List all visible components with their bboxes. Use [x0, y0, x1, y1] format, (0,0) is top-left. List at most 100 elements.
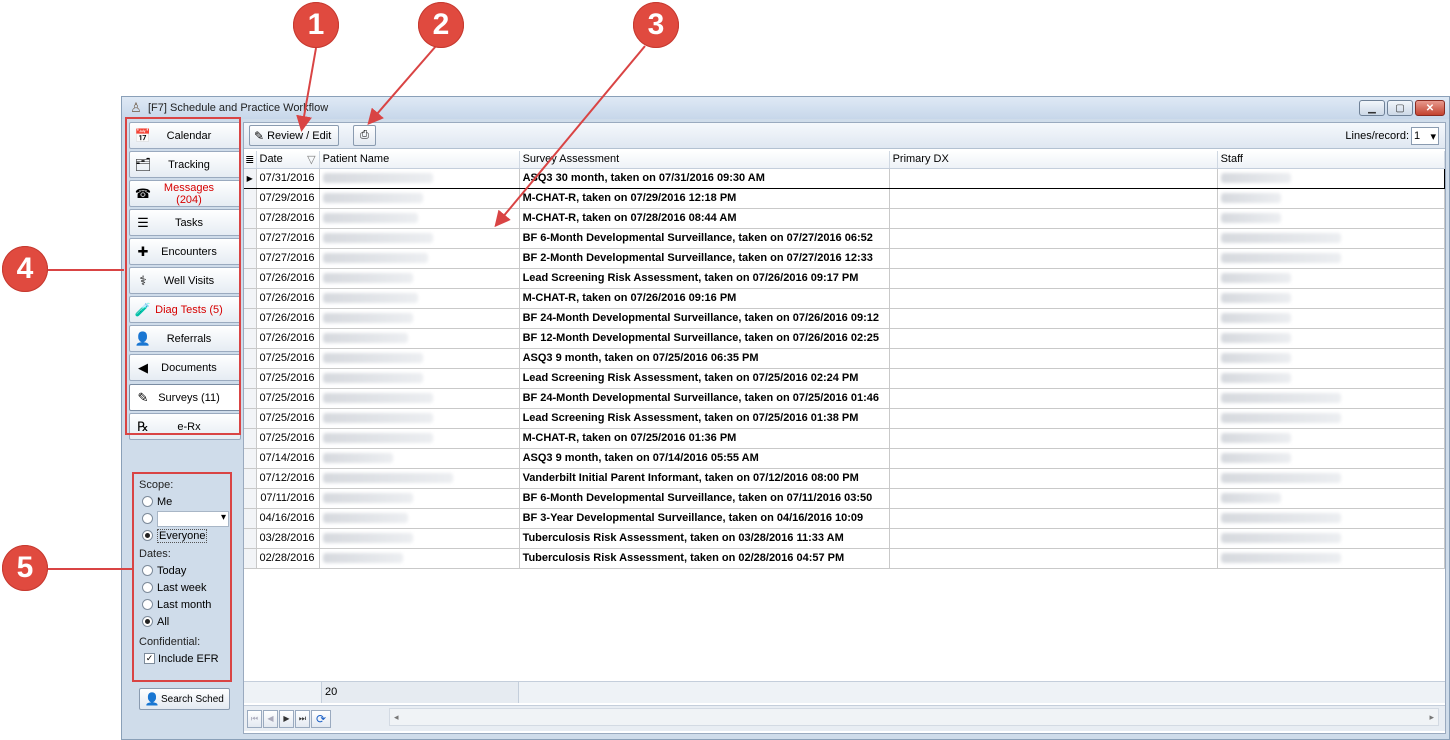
cell-staff: [1217, 428, 1445, 449]
row-indicator: [244, 348, 257, 369]
table-row[interactable]: 07/25/2016 M-CHAT-R, taken on 07/25/2016 …: [244, 428, 1445, 449]
lines-select[interactable]: 1 ▾: [1411, 127, 1439, 145]
scope-me-radio[interactable]: Me: [136, 493, 231, 510]
table-row[interactable]: 07/26/2016 M-CHAT-R, taken on 07/26/2016 …: [244, 288, 1445, 309]
dates-all-label: All: [157, 615, 170, 628]
refresh-button[interactable]: ⟳: [311, 709, 331, 728]
nav-test-tubes-button[interactable]: 🧪 Diag Tests (5): [129, 296, 241, 323]
table-row[interactable]: 07/11/2016 BF 6-Month Developmental Surve…: [244, 488, 1445, 509]
grid-header: ≣ Date ▽ Patient Name Survey Assessment P…: [244, 151, 1445, 169]
nav-rx-button[interactable]: ℞ e-Rx: [129, 413, 241, 440]
cell-date: 07/29/2016: [256, 188, 320, 209]
lines-per-record: Lines/record: 1 ▾: [1345, 127, 1439, 145]
cell-date: 07/12/2016: [256, 468, 320, 489]
redacted-name: [322, 473, 453, 484]
redacted-staff: [1220, 173, 1291, 184]
next-record-button[interactable]: ▶: [279, 709, 294, 728]
cell-staff: [1217, 188, 1445, 209]
cell-patient-name: [319, 208, 520, 229]
table-row[interactable]: ▶ 07/31/2016 ASQ3 30 month, taken on 07/31…: [244, 167, 1445, 189]
table-row[interactable]: 07/28/2016 M-CHAT-R, taken on 07/28/2016 …: [244, 208, 1445, 229]
title-bar: ♙ [F7] Schedule and Practice Workflow ▁ …: [122, 97, 1449, 119]
cell-primary-dx: [889, 308, 1218, 329]
cell-primary-dx: [889, 248, 1218, 269]
table-row[interactable]: 02/28/2016 Tuberculosis Risk Assessment, …: [244, 548, 1445, 569]
nav-referral-button[interactable]: 👤 Referrals: [129, 325, 241, 352]
include-efr-label: Include EFR: [158, 652, 219, 665]
table-row[interactable]: 07/27/2016 BF 2-Month Developmental Surve…: [244, 248, 1445, 269]
table-row[interactable]: 07/25/2016 Lead Screening Risk Assessment…: [244, 408, 1445, 429]
dates-all-radio[interactable]: All: [136, 613, 231, 630]
cell-staff: [1217, 368, 1445, 389]
row-indicator-header[interactable]: ≣: [244, 151, 257, 169]
close-button[interactable]: ✕: [1415, 100, 1445, 116]
table-row[interactable]: 07/12/2016 Vanderbilt Initial Parent Info…: [244, 468, 1445, 489]
column-date[interactable]: Date ▽: [256, 151, 320, 169]
cell-survey: BF 24-Month Developmental Surveillance, …: [519, 388, 890, 409]
dates-last-week-label: Last week: [157, 581, 207, 594]
last-record-button[interactable]: ⏭: [295, 709, 310, 728]
table-row[interactable]: 07/26/2016 BF 24-Month Developmental Surv…: [244, 308, 1445, 329]
dates-today-radio[interactable]: Today: [136, 562, 231, 579]
cell-survey: ASQ3 30 month, taken on 07/31/2016 09:30…: [519, 167, 890, 189]
table-row[interactable]: 07/25/2016 ASQ3 9 month, taken on 07/25/2…: [244, 348, 1445, 369]
column-staff[interactable]: Staff: [1217, 151, 1445, 169]
nav-survey-button[interactable]: ✎ Surveys (11): [129, 384, 241, 411]
table-row[interactable]: 07/25/2016 Lead Screening Risk Assessment…: [244, 368, 1445, 389]
search-sched-button[interactable]: 👤 Search Sched: [139, 688, 230, 710]
dates-last-month-radio[interactable]: Last month: [136, 596, 231, 613]
nav-stethoscope-button[interactable]: ⚕ Well Visits: [129, 267, 241, 294]
nav-tracking-button[interactable]: 🗂 Tracking: [129, 151, 241, 178]
nav-documents-button[interactable]: ◀ Documents: [129, 354, 241, 381]
column-patient-name[interactable]: Patient Name: [319, 151, 520, 169]
table-row[interactable]: 07/26/2016 BF 12-Month Developmental Surv…: [244, 328, 1445, 349]
table-row[interactable]: 07/29/2016 M-CHAT-R, taken on 07/29/2016 …: [244, 188, 1445, 209]
cell-survey: Vanderbilt Initial Parent Informant, tak…: [519, 468, 890, 489]
redacted-name: [322, 533, 413, 544]
table-row[interactable]: 03/28/2016 Tuberculosis Risk Assessment, …: [244, 528, 1445, 549]
table-row[interactable]: 07/14/2016 ASQ3 9 month, taken on 07/14/2…: [244, 448, 1445, 469]
cell-survey: BF 24-Month Developmental Surveillance, …: [519, 308, 890, 329]
column-primary-dx[interactable]: Primary DX: [889, 151, 1218, 169]
cell-primary-dx: [889, 488, 1218, 509]
table-row[interactable]: 07/27/2016 BF 6-Month Developmental Surve…: [244, 228, 1445, 249]
column-survey-assessment[interactable]: Survey Assessment: [519, 151, 890, 169]
review-edit-button[interactable]: ✎ Review / Edit: [249, 125, 339, 146]
table-row[interactable]: 04/16/2016 BF 3-Year Developmental Survei…: [244, 508, 1445, 529]
nav-label: Well Visits: [163, 274, 215, 287]
cell-date: 07/27/2016: [256, 248, 320, 269]
callout-5: 5: [2, 545, 48, 591]
cell-date: 07/25/2016: [256, 388, 320, 409]
print-button[interactable]: ⎙: [353, 125, 376, 146]
include-efr-checkbox[interactable]: ✓ Include EFR: [136, 650, 231, 667]
cell-patient-name: [319, 368, 520, 389]
cell-survey: M-CHAT-R, taken on 07/25/2016 01:36 PM: [519, 428, 890, 449]
nav-calendar-button[interactable]: 📅 Calendar: [129, 122, 241, 149]
cell-staff: [1217, 488, 1445, 509]
pencil-icon: ✎: [254, 128, 265, 143]
cell-survey: Tuberculosis Risk Assessment, taken on 0…: [519, 528, 890, 549]
person-search-icon: 👤: [144, 692, 160, 706]
record-count: 20: [321, 682, 519, 703]
scope-user-radio[interactable]: [136, 510, 231, 527]
nav-encounter-button[interactable]: ✚ Encounters: [129, 238, 241, 265]
radio-dot-selected: [142, 530, 153, 541]
cell-patient-name: [319, 508, 520, 529]
table-row[interactable]: 07/25/2016 BF 24-Month Developmental Surv…: [244, 388, 1445, 409]
minimize-button[interactable]: ▁: [1359, 100, 1385, 116]
dates-last-week-radio[interactable]: Last week: [136, 579, 231, 596]
first-record-button[interactable]: ⏮: [247, 709, 262, 728]
scope-everyone-radio[interactable]: Everyone: [136, 527, 231, 544]
cell-patient-name: [319, 228, 520, 249]
prev-record-button[interactable]: ◀: [263, 709, 278, 728]
nav-tasks-button[interactable]: ☰ Tasks: [129, 209, 241, 236]
redacted-staff: [1220, 553, 1341, 564]
radio-dot: [142, 582, 153, 593]
horizontal-scrollbar[interactable]: ◂ ▸: [389, 708, 1439, 726]
cell-survey: M-CHAT-R, taken on 07/26/2016 09:16 PM: [519, 288, 890, 309]
cell-survey: ASQ3 9 month, taken on 07/25/2016 06:35 …: [519, 348, 890, 369]
nav-phone-button[interactable]: ☎ Messages (204): [129, 180, 241, 207]
table-row[interactable]: 07/26/2016 Lead Screening Risk Assessment…: [244, 268, 1445, 289]
scope-user-select[interactable]: [157, 510, 229, 527]
maximize-button[interactable]: ▢: [1387, 100, 1413, 116]
